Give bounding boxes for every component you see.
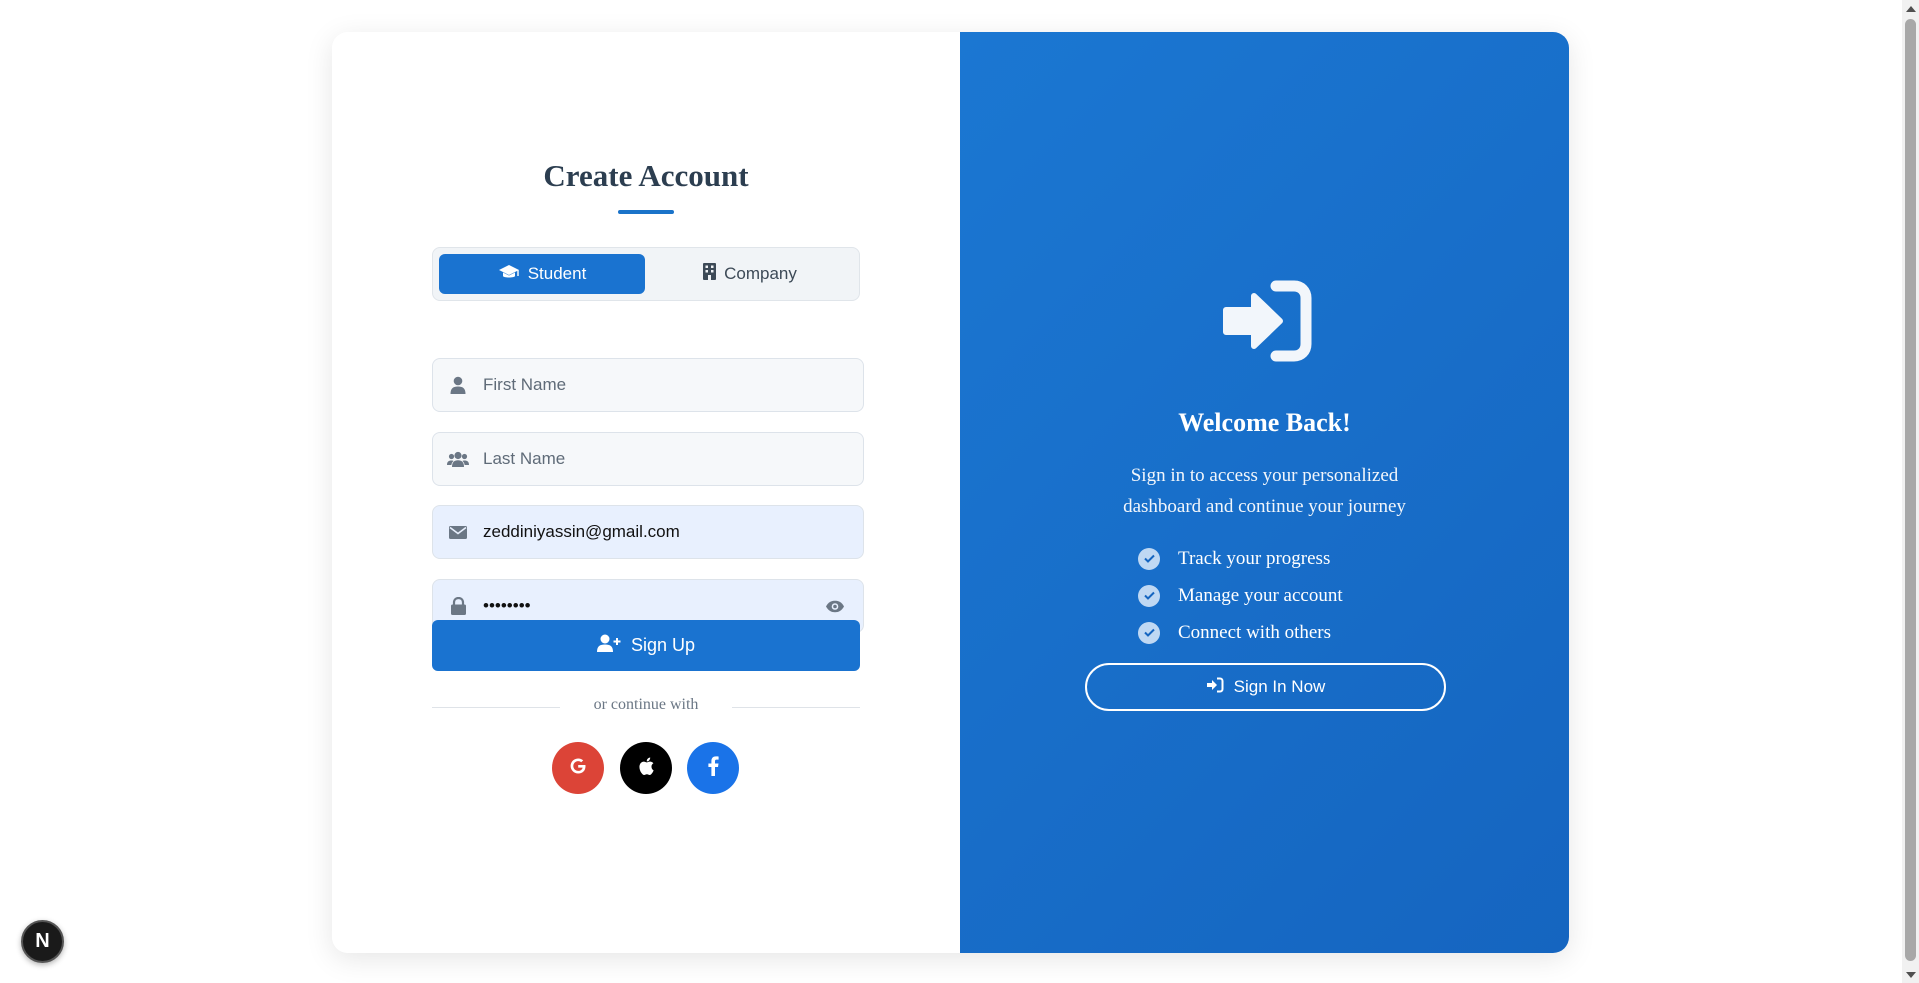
envelope-icon — [433, 525, 483, 539]
page-title: Create Account — [543, 158, 749, 193]
email-input[interactable] — [483, 506, 863, 558]
divider-line-right — [732, 707, 860, 708]
facebook-icon — [707, 755, 719, 781]
last-name-field — [432, 432, 864, 486]
sign-in-icon — [1218, 280, 1312, 367]
feature-item: Connect with others — [1138, 614, 1343, 651]
next-dev-badge[interactable]: N — [21, 920, 64, 963]
apple-button[interactable] — [620, 742, 672, 794]
scroll-down-arrow[interactable] — [1902, 966, 1919, 983]
users-icon — [433, 451, 483, 467]
sign-up-button[interactable]: Sign Up — [432, 620, 860, 671]
google-icon — [568, 756, 588, 781]
sign-in-now-label: Sign In Now — [1233, 677, 1326, 696]
apple-icon — [637, 756, 655, 781]
feature-item: Track your progress — [1138, 540, 1343, 577]
sign-up-label: Sign Up — [630, 635, 696, 655]
user-icon — [433, 376, 483, 394]
divider-text: or continue with — [593, 696, 699, 713]
student-tab[interactable]: Student — [439, 254, 645, 294]
welcome-text: Sign in to access your personalized dash… — [1123, 465, 1406, 517]
first-name-input[interactable] — [483, 359, 863, 411]
lock-icon — [433, 597, 483, 615]
building-icon — [703, 263, 717, 285]
scroll-up-arrow[interactable] — [1902, 0, 1919, 17]
title-underline — [618, 210, 674, 214]
facebook-button[interactable] — [687, 742, 739, 794]
divider: or continue with — [432, 696, 860, 716]
feature-label: Manage your account — [1178, 584, 1343, 606]
company-tab-label: Company — [724, 264, 797, 283]
check-icon — [1138, 584, 1160, 607]
check-icon — [1138, 547, 1160, 570]
sign-in-small-icon — [1206, 677, 1224, 698]
page: Create Account Student Company First Nam… — [0, 0, 1919, 983]
user-plus-icon — [596, 634, 621, 657]
feature-list: Track your progress Manage your account … — [1138, 540, 1343, 651]
account-type-toggle: Student Company — [432, 247, 860, 301]
student-tab-label: Student — [527, 264, 587, 283]
google-button[interactable] — [552, 742, 604, 794]
vertical-scrollbar[interactable] — [1902, 0, 1919, 983]
welcome-panel: Welcome Back! Sign in to access your per… — [960, 32, 1569, 953]
welcome-title: Welcome Back! — [1178, 408, 1351, 437]
auth-card: Create Account Student Company First Nam… — [332, 32, 1569, 953]
company-tab[interactable]: Company — [647, 254, 853, 294]
check-icon — [1138, 621, 1160, 644]
email-field — [432, 505, 864, 559]
feature-label: Connect with others — [1178, 621, 1332, 643]
scroll-thumb[interactable] — [1905, 19, 1916, 961]
feature-item: Manage your account — [1138, 577, 1343, 614]
eye-icon[interactable] — [807, 600, 863, 613]
last-name-input[interactable] — [483, 433, 863, 485]
first-name-field — [432, 358, 864, 412]
sign-in-now-button[interactable]: Sign In Now — [1085, 663, 1446, 711]
graduation-cap-icon — [498, 264, 520, 285]
signup-panel: Create Account Student Company First Nam… — [332, 32, 960, 953]
feature-label: Track your progress — [1178, 547, 1331, 569]
